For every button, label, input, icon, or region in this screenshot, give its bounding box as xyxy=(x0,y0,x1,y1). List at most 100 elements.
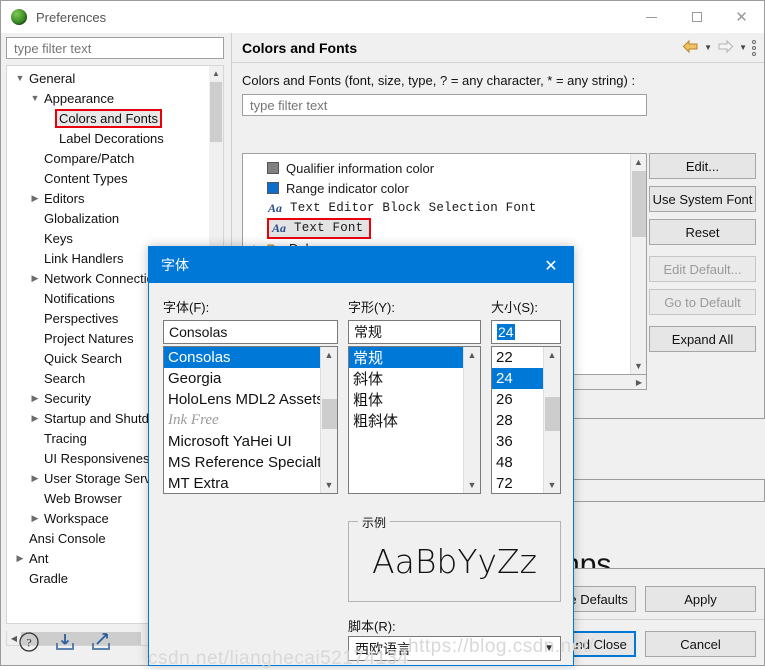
chevron-right-icon[interactable]: ▶ xyxy=(28,513,42,524)
scroll-down-icon[interactable]: ▼ xyxy=(631,358,646,374)
cancel-button[interactable]: Cancel xyxy=(645,631,756,657)
font-size-option[interactable]: 36 xyxy=(492,431,543,452)
sidebar-item-label: Perspectives xyxy=(44,310,119,326)
font-dialog-titlebar: 字体 ✕ xyxy=(149,247,573,283)
font-size-option[interactable]: 24 xyxy=(492,368,543,389)
minimize-button[interactable] xyxy=(629,1,674,33)
colors-fonts-buttons: Edit... Use System Font Reset Edit Default.… xyxy=(649,153,756,359)
font-size-list[interactable]: 22 24 26 28 36 48 72 ▲ ▼ xyxy=(491,346,561,494)
font-style-option[interactable]: 粗体 xyxy=(349,389,463,410)
sidebar-item-editors[interactable]: ▶ Editors xyxy=(7,188,209,208)
colors-fonts-item[interactable]: Range indicator color xyxy=(243,178,630,198)
expand-all-button[interactable]: Expand All xyxy=(649,326,756,352)
sidebar-item-label: General xyxy=(29,70,76,86)
colors-fonts-item[interactable]: Qualifier information color xyxy=(243,158,630,178)
sidebar-filter-box[interactable] xyxy=(6,37,224,59)
use-system-font-button[interactable]: Use System Font xyxy=(649,186,756,212)
font-style-option[interactable]: 斜体 xyxy=(349,368,463,389)
scroll-down-icon[interactable]: ▼ xyxy=(464,477,480,493)
font-family-options: Consolas Georgia HoloLens MDL2 Assets Ink F… xyxy=(164,347,329,493)
font-family-option[interactable]: Georgia xyxy=(164,368,320,389)
chevron-right-icon[interactable]: ▶ xyxy=(13,553,27,564)
sidebar-item-label: Appearance xyxy=(44,90,115,106)
export-icon[interactable] xyxy=(90,631,112,653)
colors-fonts-filter-box[interactable] xyxy=(242,94,647,116)
sidebar-item-colors-and-fonts[interactable]: Colors and Fonts xyxy=(7,108,209,128)
font-family-option[interactable]: HoloLens MDL2 Assets xyxy=(164,389,324,410)
scroll-thumb[interactable] xyxy=(632,171,646,237)
chevron-right-icon[interactable]: ▶ xyxy=(28,273,42,284)
font-size-option[interactable]: 26 xyxy=(492,389,543,410)
font-family-option[interactable]: MS Reference Specialty xyxy=(164,452,329,473)
forward-history-chevron-down-icon[interactable]: ▼ xyxy=(739,43,747,52)
font-dialog-title: 字体 xyxy=(161,257,189,273)
apply-button[interactable]: Apply xyxy=(645,586,756,612)
scroll-thumb[interactable] xyxy=(322,399,337,429)
chevron-right-icon[interactable]: ▶ xyxy=(28,193,42,204)
sidebar-item-compare-patch[interactable]: Compare/Patch xyxy=(7,148,209,168)
scroll-right-icon[interactable]: ▶ xyxy=(632,378,646,387)
font-size-scrollbar[interactable]: ▲ ▼ xyxy=(543,347,560,493)
reset-button[interactable]: Reset xyxy=(649,219,756,245)
view-menu-icon[interactable] xyxy=(752,39,756,56)
scroll-down-icon[interactable]: ▼ xyxy=(544,477,560,493)
font-style-list[interactable]: 常规 斜体 粗体 粗斜体 ▲ ▼ xyxy=(348,346,481,494)
font-size-option[interactable]: 72 xyxy=(492,473,543,493)
help-icon[interactable]: ? xyxy=(18,631,40,653)
font-style-option[interactable]: 粗斜体 xyxy=(349,410,463,431)
back-history-chevron-down-icon[interactable]: ▼ xyxy=(704,43,712,52)
sidebar-item-general[interactable]: ▼ General xyxy=(7,68,209,88)
scroll-thumb[interactable] xyxy=(210,82,222,142)
font-size-option[interactable]: 48 xyxy=(492,452,543,473)
colors-fonts-vertical-scrollbar[interactable]: ▲ ▼ xyxy=(630,154,646,374)
page-header: Colors and Fonts ▼ ▼ xyxy=(232,33,764,63)
chevron-right-icon[interactable]: ▶ xyxy=(28,413,42,424)
sidebar-item-label: Globalization xyxy=(44,210,120,226)
colors-fonts-filter-input[interactable] xyxy=(248,96,641,114)
sidebar-item-label-decorations[interactable]: Label Decorations xyxy=(7,128,209,148)
font-family-option[interactable]: Microsoft YaHei UI xyxy=(164,431,320,452)
chevron-down-icon[interactable]: ▼ xyxy=(544,643,554,654)
back-arrow-icon[interactable] xyxy=(682,39,699,57)
chevron-right-icon[interactable]: ▶ xyxy=(28,473,42,484)
sidebar-item-keys[interactable]: Keys xyxy=(7,228,209,248)
font-style-option[interactable]: 常规 xyxy=(349,347,463,368)
scroll-up-icon[interactable]: ▲ xyxy=(464,347,480,363)
colors-fonts-item[interactable]: Aa Text Font xyxy=(247,217,630,239)
colors-fonts-item[interactable]: Aa Text Editor Block Selection Font xyxy=(243,198,630,218)
font-family-list[interactable]: Consolas Georgia HoloLens MDL2 Assets Ink F… xyxy=(163,346,338,494)
font-style-input[interactable]: 常规 xyxy=(348,320,481,344)
scroll-thumb[interactable] xyxy=(545,397,560,431)
sidebar-item-label: Link Handlers xyxy=(44,250,124,266)
scroll-up-icon[interactable]: ▲ xyxy=(544,347,560,363)
sidebar-item-appearance[interactable]: ▼ Appearance xyxy=(7,88,209,108)
font-family-scrollbar[interactable]: ▲ ▼ xyxy=(320,347,337,493)
font-family-option[interactable]: Consolas xyxy=(164,347,320,368)
font-family-option[interactable]: MT Extra xyxy=(164,473,320,493)
font-size-input[interactable]: 24 xyxy=(491,320,561,344)
font-style-scrollbar[interactable]: ▲ ▼ xyxy=(463,347,480,493)
font-family-option[interactable]: Ink Free xyxy=(164,410,320,431)
scroll-down-icon[interactable]: ▼ xyxy=(321,477,337,493)
sidebar-filter-input[interactable] xyxy=(12,39,218,57)
font-size-option[interactable]: 28 xyxy=(492,410,543,431)
sidebar-item-globalization[interactable]: Globalization xyxy=(7,208,209,228)
sidebar-item-label: Quick Search xyxy=(44,350,123,366)
font-size-option[interactable]: 22 xyxy=(492,347,543,368)
import-icon[interactable] xyxy=(54,631,76,653)
script-select[interactable]: 西欧语言 ▼ xyxy=(348,636,561,661)
close-icon[interactable]: ✕ xyxy=(529,247,573,283)
scroll-up-icon[interactable]: ▲ xyxy=(631,154,646,170)
chevron-down-icon[interactable]: ▼ xyxy=(28,93,42,103)
window-controls: ✕ xyxy=(629,1,764,33)
sidebar-item-label: Search xyxy=(44,370,86,386)
chevron-down-icon[interactable]: ▼ xyxy=(13,73,27,83)
edit-button[interactable]: Edit... xyxy=(649,153,756,179)
chevron-right-icon[interactable]: ▶ xyxy=(28,393,42,404)
maximize-button[interactable] xyxy=(674,1,719,33)
close-button[interactable]: ✕ xyxy=(719,1,764,33)
sidebar-item-content-types[interactable]: Content Types xyxy=(7,168,209,188)
scroll-up-icon[interactable]: ▲ xyxy=(321,347,337,363)
font-family-input[interactable]: Consolas xyxy=(163,320,338,344)
scroll-up-icon[interactable]: ▲ xyxy=(209,66,223,80)
